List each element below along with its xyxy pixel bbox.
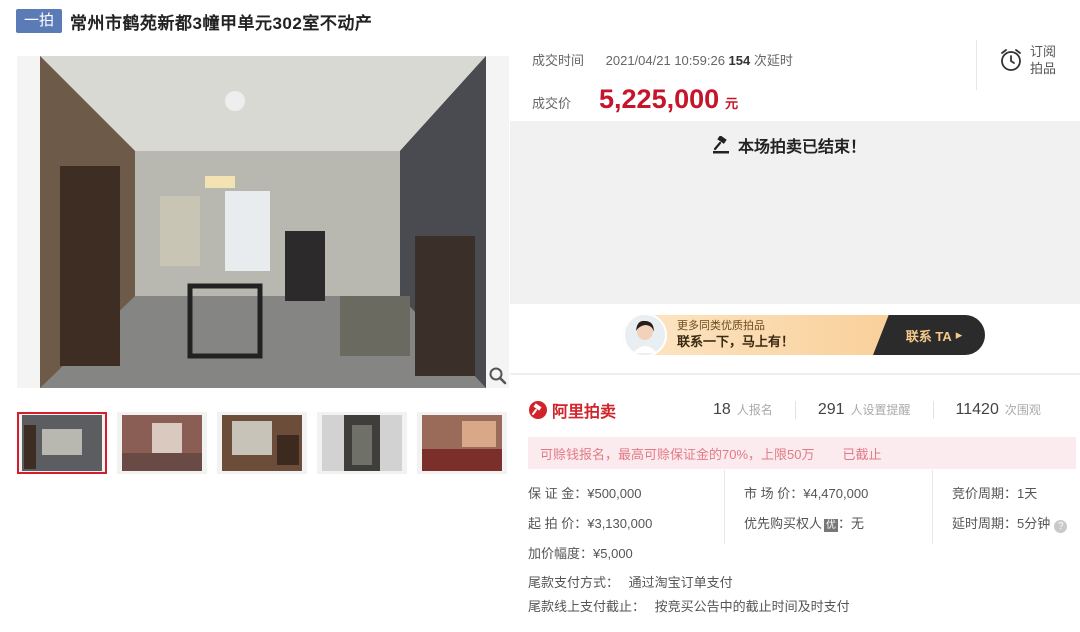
start-price-value: ¥3,130,000 [587,516,653,531]
deal-time-value: 2021/04/21 10:59:26 [605,53,725,68]
divider [932,401,934,419]
payment-deadline-label: 尾款线上支付截止： [528,599,646,614]
page-title: 常州市鹤苑新都3幢甲单元302室不动产 [70,13,373,33]
section-divider [510,373,1080,375]
payment-method-label: 尾款支付方式： [528,575,620,590]
notice-status: 已截止 [842,446,882,462]
reminder-label: 人设置提醒 [850,403,911,417]
deal-price-label: 成交价 [532,96,572,111]
subscribe-line2: 拍品 [1030,61,1057,76]
zoom-icon[interactable] [488,366,508,386]
thumbnail-image [322,415,402,471]
view-stat: 11420 次围观 [956,401,1041,419]
thumbnail-4[interactable] [317,412,407,474]
increment-value: ¥5,000 [593,546,633,561]
title-row: 一拍 常州市鹤苑新都3幢甲单元302室不动产 [16,8,372,34]
main-photo[interactable] [17,56,509,388]
thumbnail-image [22,415,102,471]
priority-badge: 优 [824,519,839,532]
market-price-row: 市 场 价：¥4,470,000 [744,483,868,502]
subscribe-button[interactable]: 订阅 拍品 [998,43,1056,77]
view-label: 次围观 [1004,403,1041,417]
market-price-label: 市 场 价： [744,486,804,501]
extend-period-row: 延时周期：5分钟? [952,513,1068,533]
deal-price-row: 成交价 5,225,000 元 [532,84,738,115]
start-price-label: 起 拍 价： [528,516,588,531]
thumbnail-image [422,415,502,471]
payment-deadline-value: 按竞买公告中的截止时间及时支付 [654,599,850,614]
signup-label: 人报名 [736,403,773,417]
extend-period-label: 延时周期： [952,516,1018,531]
reminder-stat: 291 人设置提醒 [818,401,911,419]
contact-button[interactable]: 联系 TA ▸ [873,315,985,355]
signup-count: 18 [713,401,731,418]
alarm-clock-icon [1001,49,1021,71]
deal-time-label: 成交时间 [532,53,585,68]
deposit-row: 保 证 金：¥500,000 [528,483,641,502]
stats-row: 阿里拍卖 18 人报名 291 人设置提醒 11420 次围观 [528,392,1080,428]
payment-deadline-row: 尾款线上支付截止： 按竞买公告中的截止时间及时支付 [528,596,850,615]
subscribe-line1: 订阅 [1030,44,1057,59]
priority-buyer-row: 优先购买权人优：无 [744,513,864,532]
priority-buyer-label: 优先购买权人 [744,516,823,531]
help-icon[interactable]: ? [1054,520,1068,533]
ali-auction-icon [529,401,547,419]
extend-period-value: 5分钟 [1017,516,1051,531]
thumbnail-5[interactable] [417,412,507,474]
delay-count: 154 [728,53,751,68]
thumbnail-image [122,415,202,471]
reminder-count: 291 [817,401,845,418]
view-count: 11420 [955,401,999,418]
notice-text: 可赊钱报名，最高可赊保证金的70%，上限50万 [540,446,815,462]
thumbnail-strip [17,412,517,474]
room-photo-illustration [40,56,486,388]
bid-period-value: 1天 [1017,486,1038,501]
auction-ended-message: 本场拍卖已结束！ [712,133,866,157]
contact-button-label: 联系 TA [905,328,952,344]
ali-auction-logo[interactable]: 阿里拍卖 [528,398,713,422]
start-price-row: 起 拍 价：¥3,130,000 [528,513,652,532]
bid-period-label: 竞价周期： [952,486,1018,501]
promo-texts: 更多同类优质拍品 联系一下，马上有！ [677,319,794,349]
divider [932,470,933,544]
deal-price-unit: 元 [725,96,739,111]
agent-avatar [623,315,667,355]
delay-unit: 次延时 [753,53,793,68]
increment-row: 加价幅度：¥5,000 [528,543,633,562]
divider [976,40,977,90]
ali-auction-logo-text: 阿里拍卖 [552,404,617,421]
thumbnail-1[interactable] [17,412,107,474]
market-price-value: ¥4,470,000 [803,486,869,501]
divider [794,401,796,419]
payment-method-row: 尾款支付方式： 通过淘宝订单支付 [528,572,733,591]
signup-stat: 18 人报名 [713,401,773,419]
priority-buyer-value: ：无 [838,516,865,531]
credit-signup-notice[interactable]: 可赊钱报名，最高可赊保证金的70%，上限50万 已截止 [528,437,1076,469]
bid-period-row: 竞价周期：1天 [952,483,1037,502]
promo-big-text: 联系一下，马上有！ [677,334,795,349]
thumbnail-2[interactable] [117,412,207,474]
deposit-value: ¥500,000 [587,486,642,501]
increment-label: 加价幅度： [528,546,594,561]
agent-avatar-image [625,315,665,355]
deal-price-value: 5,225,000 [599,84,720,114]
thumbnail-3[interactable] [217,412,307,474]
deposit-label: 保 证 金： [528,486,588,501]
play-arrow-icon: ▸ [955,327,963,342]
deal-time-row: 成交时间 2021/04/21 10:59:26 154 次延时 [532,50,793,69]
thumbnail-image [222,415,302,471]
auction-round-badge: 一拍 [16,9,63,33]
gavel-icon [713,136,729,154]
auction-status-panel: 本场拍卖已结束！ [510,121,1080,304]
payment-method-value: 通过淘宝订单支付 [628,575,733,590]
contact-promo-banner[interactable]: 更多同类优质拍品 联系一下，马上有！ 联系 TA ▸ [623,315,985,355]
divider [724,470,725,544]
promo-small-text: 更多同类优质拍品 [677,320,765,332]
auction-ended-text: 本场拍卖已结束！ [738,139,867,156]
